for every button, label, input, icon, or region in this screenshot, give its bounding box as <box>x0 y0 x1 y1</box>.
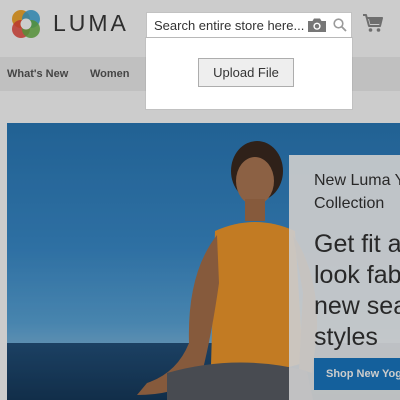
promo-kicker: New Luma Y Collection <box>314 169 400 215</box>
shop-new-yoga-button[interactable]: Shop New Yoga <box>314 358 400 390</box>
promo-headline-line: look fab <box>314 261 400 289</box>
promo-kicker-line: New Luma Y <box>314 172 400 189</box>
promo-headline-line: new seas <box>314 292 400 320</box>
search-box <box>146 12 352 38</box>
upload-popover: Upload File <box>146 38 352 109</box>
camera-icon[interactable] <box>307 17 327 33</box>
logo-text[interactable]: LUMA <box>53 10 129 37</box>
hero-banner[interactable]: New Luma Y Collection Get fit ar look fa… <box>7 123 400 400</box>
store-page: LUMA What's New Women New Luma Y Collect… <box>0 0 400 400</box>
promo-panel: New Luma Y Collection Get fit ar look fa… <box>289 155 400 400</box>
promo-headline-line: Get fit ar <box>314 230 400 258</box>
promo-headline: Get fit ar look fab new seas styles <box>314 229 400 353</box>
upload-file-button[interactable]: Upload File <box>198 58 294 87</box>
search-icon[interactable] <box>333 18 347 32</box>
nav-item-whats-new[interactable]: What's New <box>7 57 68 91</box>
promo-kicker-line: Collection <box>314 195 385 212</box>
luma-logo-icon[interactable] <box>9 7 43 41</box>
promo-headline-line: styles <box>314 323 378 351</box>
search-input[interactable] <box>147 13 304 37</box>
nav-item-women[interactable]: Women <box>90 57 130 91</box>
cart-icon[interactable] <box>362 13 384 33</box>
